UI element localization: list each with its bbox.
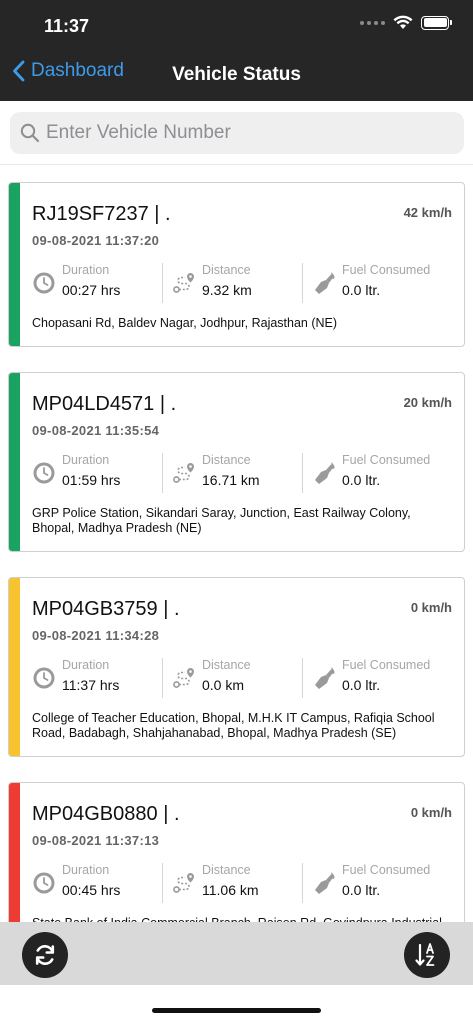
- fuel-label: Fuel Consumed: [342, 658, 431, 672]
- clock-icon: [33, 667, 55, 689]
- page-title: Vehicle Status: [172, 64, 301, 85]
- vehicle-address: Chopasani Rd, Baldev Nagar, Jodhpur, Raj…: [32, 316, 338, 330]
- refresh-button[interactable]: [22, 932, 68, 978]
- fuel-value: 0.0 ltr.: [342, 882, 381, 898]
- distance-value: 16.71 km: [202, 472, 260, 488]
- duration-metric: Duration 11:37 hrs: [32, 658, 172, 698]
- distance-value: 0.0 km: [202, 677, 245, 693]
- clock-icon: [33, 272, 55, 294]
- fuel-metric: Fuel Consumed 0.0 ltr.: [302, 453, 452, 493]
- metrics-row: Duration 01:59 hrs Distance 16.71 km Fue…: [32, 453, 452, 493]
- vehicle-card[interactable]: RJ19SF7237 | . 42 km/h 09-08-2021 11:37:…: [8, 182, 465, 347]
- metrics-row: Duration 00:45 hrs Distance 11.06 km Fue…: [32, 863, 452, 903]
- home-area: [0, 985, 473, 1024]
- distance-label: Distance: [202, 453, 251, 467]
- distance-metric: Distance 9.32 km: [162, 263, 312, 303]
- route-icon: [173, 273, 194, 293]
- fuel-nozzle-icon: [315, 462, 335, 484]
- vehicle-card[interactable]: MP04GB0880 | . 0 km/h 09-08-2021 11:37:1…: [8, 782, 465, 922]
- status-indicator: [9, 183, 20, 346]
- signal-icon: [360, 20, 385, 25]
- vehicle-card[interactable]: MP04LD4571 | . 20 km/h 09-08-2021 11:35:…: [8, 372, 465, 552]
- route-icon: [173, 873, 194, 893]
- wifi-icon: [393, 15, 413, 29]
- duration-value: 11:37 hrs: [62, 677, 120, 693]
- fuel-metric: Fuel Consumed 0.0 ltr.: [302, 658, 452, 698]
- sort-az-icon: [415, 943, 435, 966]
- duration-label: Duration: [62, 453, 110, 467]
- duration-metric: Duration 00:27 hrs: [32, 263, 172, 303]
- vehicle-number: MP04LD4571 | .: [32, 393, 177, 415]
- search-icon: [20, 123, 40, 143]
- search-bar: [0, 101, 473, 165]
- vehicle-card[interactable]: MP04GB3759 | . 0 km/h 09-08-2021 11:34:2…: [8, 577, 465, 757]
- fuel-value: 0.0 ltr.: [342, 472, 381, 488]
- duration-value: 00:27 hrs: [62, 282, 121, 298]
- bottom-toolbar: [0, 922, 473, 985]
- distance-metric: Distance 16.71 km: [162, 453, 312, 493]
- vehicle-timestamp: 09-08-2021 11:34:28: [32, 628, 160, 643]
- vehicle-timestamp: 09-08-2021 11:37:20: [32, 233, 160, 248]
- metrics-row: Duration 00:27 hrs Distance 9.32 km Fuel…: [32, 263, 452, 303]
- vehicle-address: GRP Police Station, Sikandari Saray, Jun…: [32, 506, 411, 535]
- fuel-label: Fuel Consumed: [342, 263, 431, 277]
- status-time: 11:37: [44, 16, 90, 36]
- distance-value: 11.06 km: [202, 882, 259, 898]
- fuel-nozzle-icon: [315, 872, 335, 894]
- fuel-value: 0.0 ltr.: [342, 677, 381, 693]
- vehicle-speed: 0 km/h: [410, 600, 452, 615]
- fuel-nozzle-icon: [315, 667, 335, 689]
- vehicle-speed: 20 km/h: [403, 395, 452, 410]
- search-box[interactable]: [10, 112, 464, 154]
- fuel-metric: Fuel Consumed 0.0 ltr.: [302, 863, 452, 903]
- duration-metric: Duration 00:45 hrs: [32, 863, 172, 903]
- distance-metric: Distance 11.06 km: [162, 863, 312, 903]
- search-input[interactable]: [46, 122, 446, 144]
- duration-value: 01:59 hrs: [62, 472, 121, 488]
- refresh-icon: [35, 945, 55, 965]
- clock-icon: [33, 872, 55, 894]
- status-indicator: [9, 783, 20, 922]
- header: 11:37 Dashboard Vehicle Status: [0, 0, 473, 101]
- duration-value: 00:45 hrs: [62, 882, 121, 898]
- duration-label: Duration: [62, 658, 110, 672]
- vehicle-speed: 0 km/h: [410, 805, 452, 820]
- status-indicator: [9, 373, 20, 551]
- route-icon: [173, 668, 194, 688]
- vehicle-speed: 42 km/h: [403, 205, 452, 220]
- clock-icon: [33, 462, 55, 484]
- distance-metric: Distance 0.0 km: [162, 658, 312, 698]
- distance-label: Distance: [202, 263, 251, 277]
- vehicle-timestamp: 09-08-2021 11:37:13: [32, 833, 160, 848]
- fuel-label: Fuel Consumed: [342, 863, 431, 877]
- fuel-value: 0.0 ltr.: [342, 282, 381, 298]
- fuel-label: Fuel Consumed: [342, 453, 431, 467]
- fuel-metric: Fuel Consumed 0.0 ltr.: [302, 263, 452, 303]
- status-indicator: [9, 578, 20, 756]
- vehicle-number: RJ19SF7237 | .: [32, 203, 171, 225]
- sort-button[interactable]: [404, 932, 450, 978]
- fuel-nozzle-icon: [315, 272, 335, 294]
- home-indicator[interactable]: [152, 1008, 321, 1013]
- duration-label: Duration: [62, 263, 110, 277]
- distance-label: Distance: [202, 863, 251, 877]
- vehicle-timestamp: 09-08-2021 11:35:54: [32, 423, 160, 438]
- duration-label: Duration: [62, 863, 110, 877]
- metrics-row: Duration 11:37 hrs Distance 0.0 km Fuel …: [32, 658, 452, 698]
- battery-icon: [421, 15, 452, 30]
- route-icon: [173, 463, 194, 483]
- duration-metric: Duration 01:59 hrs: [32, 453, 172, 493]
- vehicle-list[interactable]: RJ19SF7237 | . 42 km/h 09-08-2021 11:37:…: [0, 166, 473, 922]
- status-icons: [360, 15, 452, 30]
- vehicle-address: College of Teacher Education, Bhopal, M.…: [32, 711, 435, 740]
- distance-value: 9.32 km: [202, 282, 252, 298]
- vehicle-number: MP04GB3759 | .: [32, 598, 180, 620]
- distance-label: Distance: [202, 658, 251, 672]
- vehicle-number: MP04GB0880 | .: [32, 803, 180, 825]
